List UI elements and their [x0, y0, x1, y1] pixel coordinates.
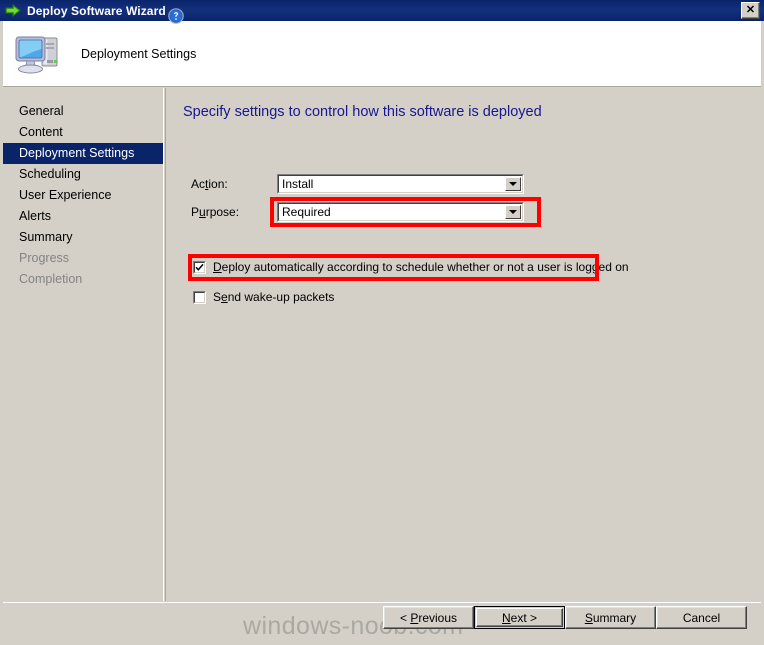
- window-title: Deploy Software Wizard: [27, 3, 166, 18]
- wizard-step-sidebar: General Content Deployment Settings Sche…: [3, 88, 164, 601]
- action-dropdown-inner: [278, 175, 523, 193]
- summary-button-label: Summary: [584, 610, 637, 625]
- next-button[interactable]: Next >: [474, 606, 565, 629]
- sidebar-item-deployment-settings[interactable]: Deployment Settings: [3, 143, 163, 164]
- wizard-content-pane: Specify settings to control how this sof…: [166, 88, 761, 601]
- purpose-dropdown[interactable]: Required: [277, 202, 524, 222]
- window-titlebar: Deploy Software Wizard ✕: [0, 0, 764, 21]
- wizard-header: Deployment Settings: [3, 21, 761, 87]
- deploy-automatically-row[interactable]: Deploy automatically according to schedu…: [193, 260, 629, 274]
- help-question-icon[interactable]: [168, 8, 184, 24]
- cancel-button-label: Cancel: [682, 610, 721, 625]
- send-wake-up-packets-label: Send wake-up packets: [213, 290, 335, 304]
- green-arrow-icon: [5, 4, 21, 17]
- sidebar-item-user-experience[interactable]: User Experience: [3, 185, 163, 206]
- purpose-row: Purpose: Required: [191, 202, 524, 222]
- sidebar-item-summary[interactable]: Summary: [3, 227, 163, 248]
- send-wake-up-packets-row[interactable]: Send wake-up packets: [193, 290, 334, 304]
- action-row: Action: Install: [191, 174, 524, 194]
- next-button-label: Next >: [501, 610, 538, 625]
- close-button[interactable]: ✕: [741, 2, 760, 19]
- summary-button[interactable]: Summary: [565, 606, 656, 629]
- action-dropdown-value: Install: [282, 177, 314, 191]
- previous-button-label: < Previous: [399, 610, 458, 625]
- action-label: Action:: [191, 177, 228, 191]
- sidebar-item-alerts[interactable]: Alerts: [3, 206, 163, 227]
- sidebar-item-content[interactable]: Content: [3, 122, 163, 143]
- send-wake-up-packets-checkbox[interactable]: [193, 290, 206, 304]
- deploy-automatically-label: Deploy automatically according to schedu…: [213, 260, 629, 274]
- sidebar-item-progress: Progress: [19, 251, 70, 265]
- deploy-software-wizard-window: Deploy Software Wizard ✕ Deployment Sett…: [0, 0, 764, 645]
- chevron-down-icon[interactable]: [505, 177, 521, 191]
- page-title: Specify settings to control how this sof…: [183, 104, 542, 120]
- close-icon: ✕: [745, 4, 756, 16]
- purpose-dropdown-value: Required: [282, 205, 331, 219]
- sidebar-item-general[interactable]: General: [3, 101, 163, 122]
- previous-button[interactable]: < Previous: [383, 606, 474, 629]
- cancel-button[interactable]: Cancel: [656, 606, 747, 629]
- chevron-down-icon[interactable]: [505, 205, 521, 219]
- purpose-label: Purpose:: [191, 205, 240, 219]
- sidebar-item-scheduling[interactable]: Scheduling: [3, 164, 163, 185]
- wizard-header-title: Deployment Settings: [81, 46, 197, 61]
- computer-icon: [11, 29, 67, 79]
- action-dropdown[interactable]: Install: [277, 174, 524, 194]
- deploy-automatically-checkbox[interactable]: [193, 260, 206, 274]
- sidebar-item-completion: Completion: [19, 272, 83, 286]
